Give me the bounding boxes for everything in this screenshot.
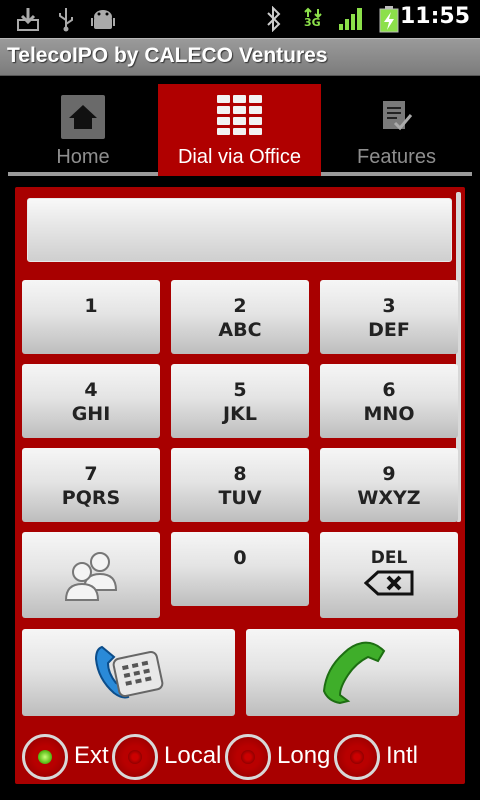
key-8[interactable]: 8 TUV xyxy=(171,448,309,522)
key-0[interactable]: 0 xyxy=(171,532,309,606)
dialpad-icon xyxy=(216,95,262,135)
office-dial-button[interactable] xyxy=(22,629,235,716)
radio-dot xyxy=(241,750,255,764)
key-letters: WXYZ xyxy=(357,487,421,509)
radio-long-label: Long xyxy=(277,742,331,769)
key-digit: 6 xyxy=(382,379,396,401)
key-digit: 9 xyxy=(382,463,396,485)
key-letters: DEF xyxy=(368,319,410,341)
usb-icon xyxy=(59,8,73,32)
download-icon xyxy=(17,8,39,31)
signal-icon xyxy=(339,8,362,30)
title-bar: TelecoIPO by CALECO Ventures xyxy=(0,38,480,76)
tab-divider-left xyxy=(8,172,158,176)
key-letters: JKL xyxy=(223,403,257,425)
status-bar: 3G 11:55 xyxy=(0,0,480,38)
radio-ext-label: Ext xyxy=(74,742,109,769)
key-1[interactable]: 1 xyxy=(22,280,160,354)
backspace-icon xyxy=(364,570,414,596)
tab-dial-via-office[interactable]: Dial via Office xyxy=(158,84,321,176)
call-button[interactable] xyxy=(246,629,459,716)
tab-features-label: Features xyxy=(357,146,436,168)
contacts-icon xyxy=(64,552,118,601)
battery-charging-icon xyxy=(379,6,399,33)
key-letters: MNO xyxy=(363,403,415,425)
tab-features[interactable]: Features xyxy=(321,84,472,176)
bluetooth-icon xyxy=(267,6,281,32)
tab-bar: Home Dial via Office Features xyxy=(0,76,480,180)
key-digit: 5 xyxy=(233,379,247,401)
key-5[interactable]: 5 JKL xyxy=(171,364,309,438)
delete-button[interactable]: DEL xyxy=(320,532,458,618)
number-input[interactable] xyxy=(27,198,452,262)
key-letters: GHI xyxy=(71,403,111,425)
key-9[interactable]: 9 WXYZ xyxy=(320,448,458,522)
tab-home[interactable]: Home xyxy=(8,84,158,176)
radio-dot xyxy=(128,750,142,764)
key-6[interactable]: 6 MNO xyxy=(320,364,458,438)
delete-label: DEL xyxy=(370,548,408,568)
key-digit: 3 xyxy=(382,295,396,317)
key-3[interactable]: 3 DEF xyxy=(320,280,458,354)
tab-home-label: Home xyxy=(56,146,110,168)
clock: 11:55 xyxy=(399,4,470,29)
key-digit: 2 xyxy=(233,295,247,317)
tab-dial-label: Dial via Office xyxy=(177,146,301,168)
radio-dot xyxy=(350,750,364,764)
key-2[interactable]: 2 ABC xyxy=(171,280,309,354)
key-digit: 8 xyxy=(233,463,247,485)
app-title: TelecoIPO by CALECO Ventures xyxy=(7,44,328,67)
contacts-button[interactable] xyxy=(22,532,160,618)
key-7[interactable]: 7 PQRS xyxy=(22,448,160,522)
network-3g-icon: 3G xyxy=(303,4,323,32)
call-icon xyxy=(322,641,386,705)
key-digit: 1 xyxy=(84,295,98,317)
tab-divider-right xyxy=(321,172,472,176)
radio-dot xyxy=(38,750,52,764)
radio-intl-label: Intl xyxy=(386,742,419,769)
key-letters: PQRS xyxy=(61,487,121,509)
office-phone-icon xyxy=(94,645,164,699)
key-letters: ABC xyxy=(218,319,262,341)
key-letters: TUV xyxy=(218,487,262,509)
key-4[interactable]: 4 GHI xyxy=(22,364,160,438)
checklist-icon xyxy=(382,101,412,131)
call-type-group: Ext Local Long Intl xyxy=(20,734,460,784)
key-digit: 0 xyxy=(233,547,247,569)
home-icon xyxy=(61,95,105,139)
radio-local-label: Local xyxy=(164,742,222,769)
android-debug-icon xyxy=(91,10,115,29)
key-digit: 7 xyxy=(84,463,98,485)
key-digit: 4 xyxy=(84,379,98,401)
